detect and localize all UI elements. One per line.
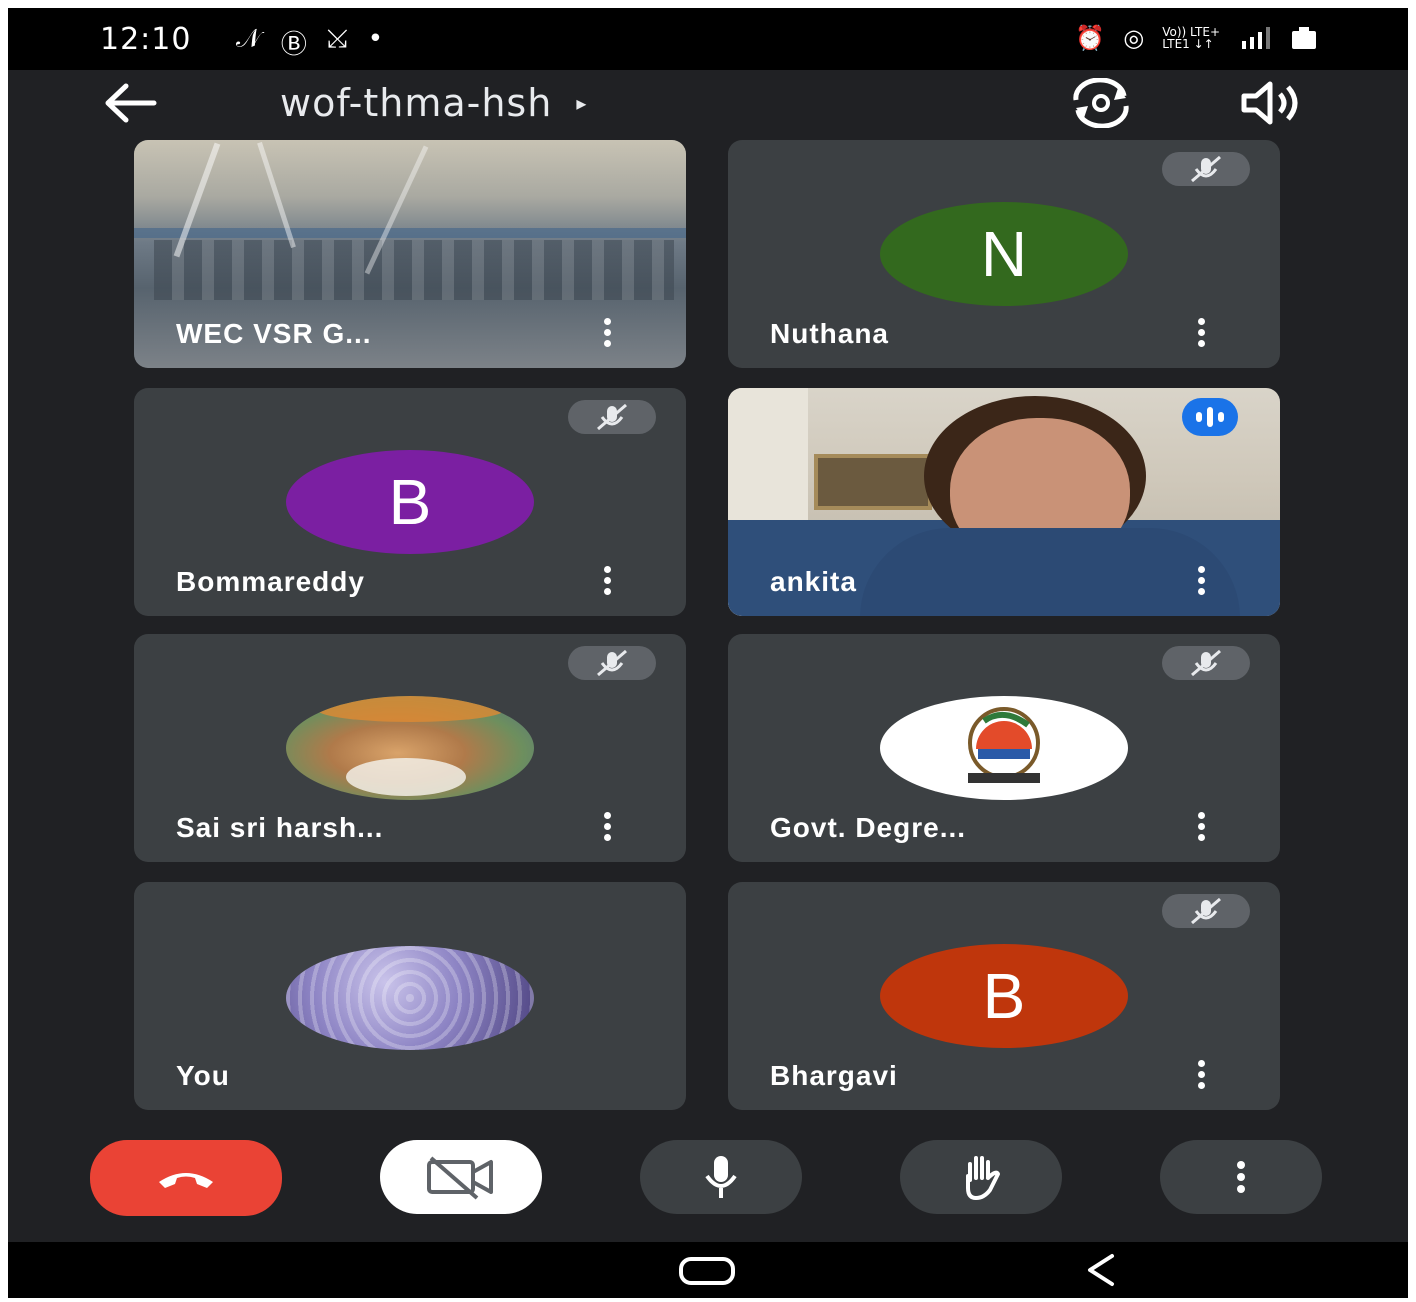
mic-muted-icon <box>1162 894 1250 928</box>
meeting-header: wof-thma-hsh ▸ <box>8 70 1408 140</box>
end-call-icon <box>159 1173 213 1188</box>
participant-tile[interactable]: Govt. Degre... <box>728 634 1280 862</box>
status-right-icons: ⏰ ◎ Vo)) LTE+ LTE1 ↓↑ <box>1075 24 1318 52</box>
participant-options-button[interactable] <box>600 812 614 842</box>
participant-tile[interactable]: N Nuthana <box>728 140 1280 368</box>
switch-camera-button[interactable] <box>1066 77 1136 129</box>
more-options-button[interactable] <box>1160 1140 1322 1214</box>
switch-camera-icon <box>1073 77 1129 129</box>
participant-avatar-photo <box>286 696 534 800</box>
college-logo-avatar <box>880 696 1128 800</box>
microphone-icon <box>705 1156 737 1198</box>
participant-tile[interactable]: B Bommareddy <box>134 388 686 616</box>
more-vert-icon <box>1237 1161 1245 1193</box>
speaker-button[interactable] <box>1236 78 1306 128</box>
b-app-icon: Ⓑ <box>280 30 307 60</box>
participant-avatar: B <box>880 944 1128 1048</box>
participant-name: Sai sri harsh... <box>176 812 384 843</box>
participant-name: ankita <box>770 566 857 597</box>
participant-name: Bommareddy <box>176 566 365 597</box>
alarm-icon: ⏰ <box>1075 24 1106 52</box>
participant-options-button[interactable] <box>600 566 614 596</box>
meet-screen: 12:10 𝒩 Ⓑ ⤩ • ⏰ ◎ Vo)) LTE+ LTE1 ↓↑ wof-… <box>8 8 1408 1298</box>
status-bar: 12:10 𝒩 Ⓑ ⤩ • ⏰ ◎ Vo)) LTE+ LTE1 ↓↑ <box>8 8 1408 70</box>
status-left-icons: 𝒩 Ⓑ ⤩ • <box>236 24 383 61</box>
meeting-title-button[interactable]: wof-thma-hsh ▸ <box>280 78 586 128</box>
participant-options-button[interactable] <box>1194 1060 1208 1090</box>
expand-icon: ▸ <box>576 91 587 115</box>
participant-options-button[interactable] <box>600 318 614 348</box>
participant-tile[interactable]: WEC VSR G... <box>134 140 686 368</box>
back-arrow-icon <box>105 83 157 123</box>
meeting-code: wof-thma-hsh <box>280 81 553 125</box>
participant-tile[interactable]: Sai sri harsh... <box>134 634 686 862</box>
participant-tile[interactable]: ankita <box>728 388 1280 616</box>
signal-n-icon: 𝒩 <box>236 24 261 54</box>
self-tile[interactable]: You <box>134 882 686 1110</box>
mic-muted-icon <box>568 400 656 434</box>
back-nav-button[interactable] <box>1082 1252 1122 1288</box>
hotspot-icon: ◎ <box>1123 24 1145 52</box>
camera-off-icon <box>427 1156 493 1200</box>
participant-options-button[interactable] <box>1194 566 1208 596</box>
self-avatar-photo <box>286 946 534 1050</box>
end-call-button[interactable] <box>90 1140 282 1216</box>
participant-options-button[interactable] <box>1194 318 1208 348</box>
participant-avatar: B <box>286 450 534 554</box>
missed-call-icon: ⤩ <box>326 24 348 54</box>
mic-muted-icon <box>1162 646 1250 680</box>
dot-icon: • <box>367 24 384 54</box>
nav-back-icon <box>1088 1254 1114 1286</box>
call-controls <box>8 1140 1408 1220</box>
raise-hand-icon <box>966 1156 1000 1200</box>
home-button[interactable] <box>678 1256 736 1286</box>
speaking-indicator-icon <box>1182 398 1238 436</box>
participant-tile[interactable]: B Bhargavi <box>728 882 1280 1110</box>
battery-icon <box>1292 27 1316 49</box>
participant-name: Govt. Degre... <box>770 812 967 843</box>
participant-name: WEC VSR G... <box>176 318 372 349</box>
system-nav-bar <box>8 1242 1408 1298</box>
back-button[interactable] <box>100 78 160 128</box>
speaker-icon <box>1241 81 1298 125</box>
participant-name: Bhargavi <box>770 1060 898 1091</box>
mic-muted-icon <box>1162 152 1250 186</box>
participant-options-button[interactable] <box>1194 812 1208 842</box>
participant-name: You <box>176 1060 230 1091</box>
volte-icon: Vo)) LTE+ LTE1 ↓↑ <box>1162 25 1220 51</box>
status-time: 12:10 <box>100 22 192 57</box>
home-icon <box>679 1257 735 1285</box>
microphone-button[interactable] <box>640 1140 802 1214</box>
participant-name: Nuthana <box>770 318 889 349</box>
mic-muted-icon <box>568 646 656 680</box>
raise-hand-button[interactable] <box>900 1140 1062 1214</box>
signal-bars-icon <box>1242 27 1270 49</box>
participant-avatar: N <box>880 202 1128 306</box>
camera-off-button[interactable] <box>380 1140 542 1214</box>
